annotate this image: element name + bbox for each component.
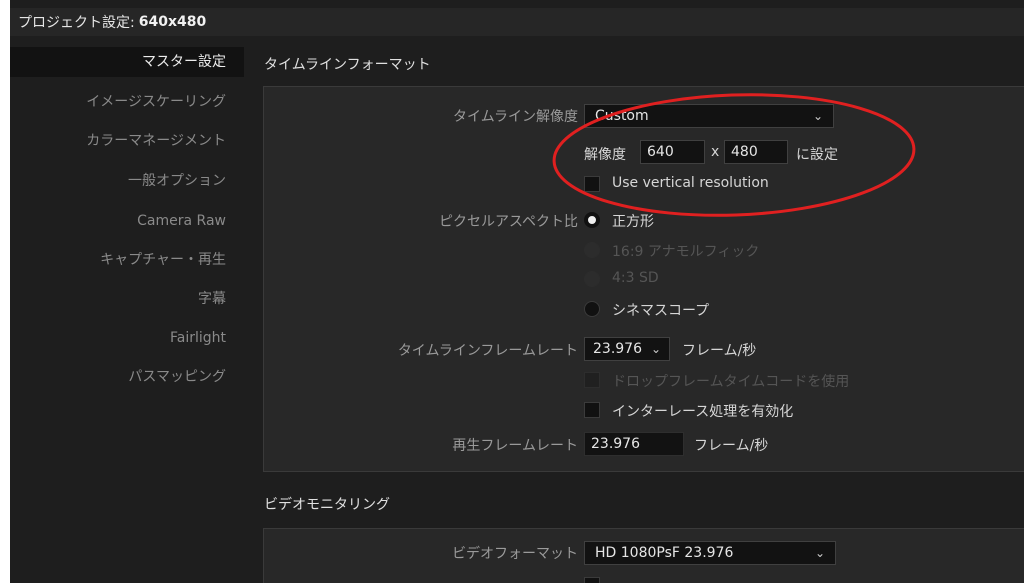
- use-vertical-resolution-checkbox[interactable]: [584, 176, 600, 192]
- drop-frame-timecode-label: ドロップフレームタイムコードを使用: [612, 374, 850, 390]
- project-name: 640x480: [138, 14, 207, 30]
- playback-frame-rate-field: 23.976: [584, 432, 684, 456]
- pixel-aspect-cinemascope-radio[interactable]: [584, 301, 600, 317]
- resolution-size-label: 解像度: [584, 147, 626, 163]
- pixel-aspect-square-label: 正方形: [612, 214, 654, 230]
- pixel-aspect-anamorphic-radio: [584, 242, 600, 258]
- video-format-dropdown[interactable]: HD 1080PsF 23.976 ⌄: [584, 541, 836, 565]
- resolution-separator: x: [711, 144, 720, 160]
- video-monitoring-checkbox[interactable]: [584, 577, 600, 583]
- enable-interlace-label: インターレース処理を有効化: [612, 404, 794, 420]
- sidebar-item-camera-raw[interactable]: Camera Raw: [10, 206, 244, 236]
- title-bar: プロジェクト設定: 640x480: [10, 8, 1024, 36]
- timeline-frame-rate-dropdown[interactable]: 23.976 ⌄: [584, 337, 670, 361]
- sidebar-item-fairlight[interactable]: Fairlight: [10, 323, 244, 353]
- timeline-resolution-dropdown[interactable]: Custom ⌄: [584, 104, 834, 128]
- pixel-aspect-square-radio[interactable]: [584, 212, 600, 228]
- chevron-down-icon: ⌄: [650, 342, 661, 356]
- use-vertical-resolution-label: Use vertical resolution: [612, 175, 769, 191]
- video-format-value: HD 1080PsF 23.976: [595, 545, 734, 561]
- sidebar-item-path-mapping[interactable]: パスマッピング: [10, 362, 244, 392]
- project-settings-window: プロジェクト設定: 640x480 マスター設定 イメージスケーリング カラーマ…: [10, 0, 1024, 583]
- chevron-down-icon: ⌄: [812, 109, 823, 123]
- timeline-frame-rate-value: 23.976: [593, 341, 642, 357]
- video-monitoring-panel: ビデオフォーマット HD 1080PsF 23.976 ⌄: [263, 528, 1024, 583]
- chevron-down-icon: ⌄: [814, 546, 825, 560]
- sidebar-item-general-options[interactable]: 一般オプション: [10, 166, 244, 196]
- resolution-set-label: に設定: [796, 147, 838, 163]
- sidebar-item-color-management[interactable]: カラーマネージメント: [10, 126, 244, 156]
- drop-frame-timecode-checkbox: [584, 372, 600, 388]
- settings-sidebar: マスター設定 イメージスケーリング カラーマネージメント 一般オプション Cam…: [10, 47, 244, 583]
- playback-frame-rate-label: 再生フレームレート: [452, 438, 578, 454]
- video-monitoring-header: ビデオモニタリング: [264, 497, 390, 513]
- pixel-aspect-sd-radio: [584, 271, 600, 287]
- resolution-width-input[interactable]: 640: [640, 140, 705, 164]
- enable-interlace-checkbox[interactable]: [584, 402, 600, 418]
- timeline-frame-rate-label: タイムラインフレームレート: [397, 343, 578, 359]
- title-prefix: プロジェクト設定:: [18, 15, 135, 31]
- timeline-resolution-label: タイムライン解像度: [452, 109, 578, 125]
- pixel-aspect-sd-label: 4:3 SD: [612, 270, 659, 286]
- sidebar-item-subtitles[interactable]: 字幕: [10, 284, 244, 314]
- sidebar-item-capture-playback[interactable]: キャプチャー・再生: [10, 245, 244, 275]
- timeline-format-panel: タイムライン解像度 Custom ⌄ 解像度 640 x 480 に設定 Use…: [263, 86, 1024, 472]
- sidebar-item-image-scaling[interactable]: イメージスケーリング: [10, 87, 244, 117]
- sidebar-item-master-settings[interactable]: マスター設定: [10, 47, 244, 77]
- timeline-frame-rate-unit: フレーム/秒: [682, 343, 757, 359]
- pixel-aspect-cinemascope-label: シネマスコープ: [612, 303, 710, 319]
- pixel-aspect-anamorphic-label: 16:9 アナモルフィック: [612, 244, 760, 260]
- pixel-aspect-label: ピクセルアスペクト比: [438, 214, 578, 230]
- resolution-height-input[interactable]: 480: [724, 140, 788, 164]
- video-format-label: ビデオフォーマット: [452, 546, 578, 562]
- playback-frame-rate-unit: フレーム/秒: [694, 438, 769, 454]
- timeline-format-header: タイムラインフォーマット: [264, 57, 431, 73]
- timeline-resolution-value: Custom: [595, 108, 649, 124]
